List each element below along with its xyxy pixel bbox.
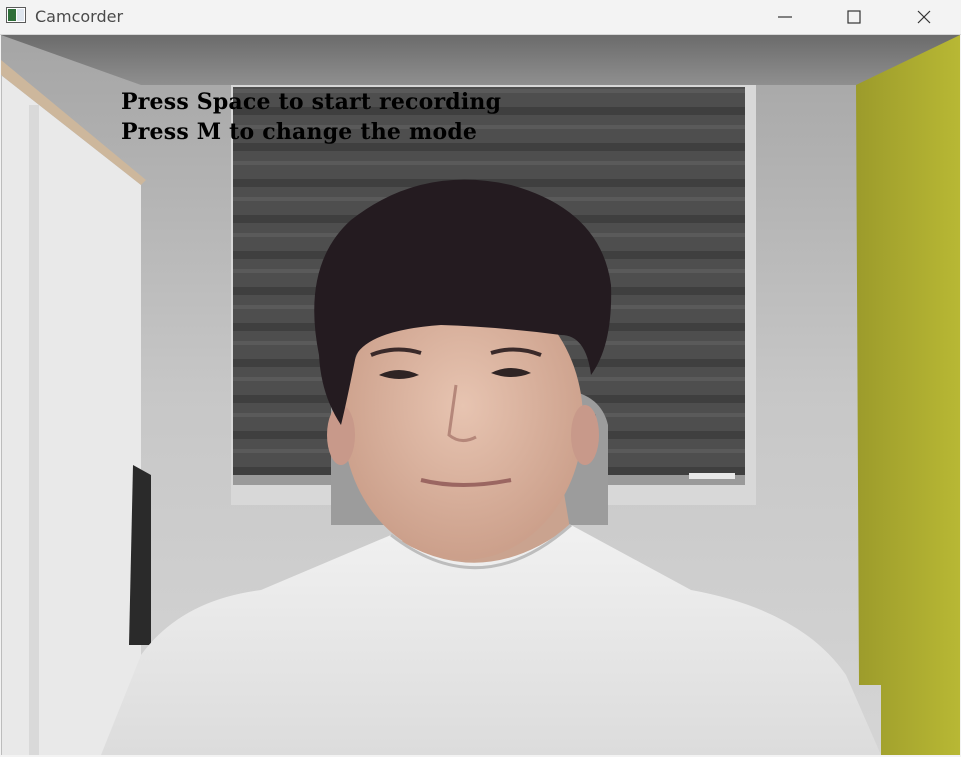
overlay-instruction-record: Press Space to start recording: [121, 89, 502, 115]
app-window-icon: [6, 7, 26, 23]
minimize-icon: [778, 16, 792, 18]
close-icon: [917, 10, 931, 24]
maximize-icon: [847, 10, 861, 24]
overlay-instruction-mode: Press M to change the mode: [121, 119, 478, 145]
window-title: Camcorder: [35, 7, 124, 26]
title-bar[interactable]: Camcorder: [0, 0, 961, 35]
camera-feed[interactable]: Press Space to start recording Press M t…: [1, 35, 960, 755]
minimize-button[interactable]: [762, 0, 808, 34]
maximize-button[interactable]: [831, 0, 877, 34]
close-button[interactable]: [901, 0, 947, 34]
